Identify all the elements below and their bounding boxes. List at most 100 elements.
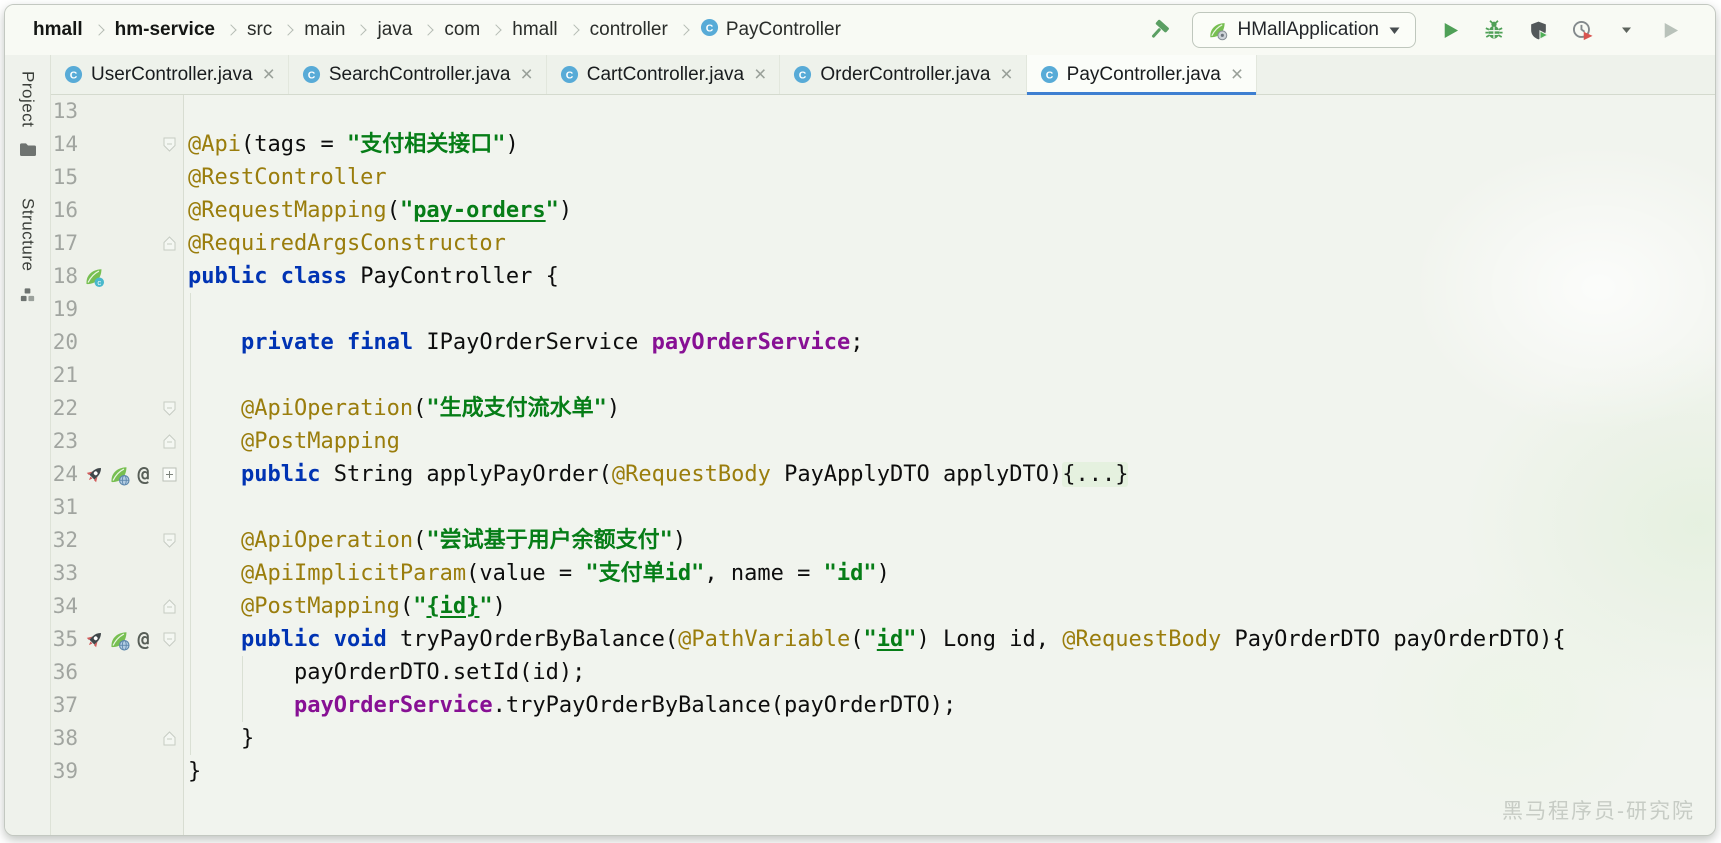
code-text[interactable]: }: [183, 755, 201, 788]
code-text[interactable]: public class PayController {: [183, 260, 559, 293]
line-number[interactable]: 16: [51, 194, 78, 227]
code-line[interactable]: 15 @RestController: [51, 161, 1715, 194]
code-line[interactable]: 13: [51, 95, 1715, 128]
breadcrumb-item-main[interactable]: main: [304, 19, 345, 41]
fold-plus-icon[interactable]: [162, 467, 177, 482]
tab-usercontroller-java[interactable]: C UserController.java ×: [51, 55, 289, 94]
code-line[interactable]: 14 @Api(tags = "支付相关接口"): [51, 128, 1715, 161]
breadcrumb-item-java[interactable]: java: [377, 19, 412, 41]
code-line[interactable]: 17 @RequiredArgsConstructor: [51, 227, 1715, 260]
tool-window-button-structure[interactable]: Structure: [18, 198, 38, 303]
line-number[interactable]: 13: [51, 95, 78, 128]
line-number[interactable]: 15: [51, 161, 78, 194]
spring-bean-icon[interactable]: c: [82, 265, 105, 288]
code-text[interactable]: @PostMapping: [183, 425, 400, 458]
code-line[interactable]: 18 c public class PayController {: [51, 260, 1715, 293]
code-line[interactable]: 21: [51, 359, 1715, 392]
line-number[interactable]: 31: [51, 491, 78, 524]
fold-up-icon[interactable]: [163, 434, 176, 449]
code-line[interactable]: 24 @ public String applyPayOrder(@Request…: [51, 458, 1715, 491]
line-number[interactable]: 14: [51, 128, 78, 161]
line-number[interactable]: 36: [51, 656, 78, 689]
code-text[interactable]: @ApiImplicitParam(value = "支付单id", name …: [183, 557, 890, 590]
tab-searchcontroller-java[interactable]: C SearchController.java ×: [289, 55, 547, 94]
code-line[interactable]: 37 payOrderService.tryPayOrderByBalance(…: [51, 689, 1715, 722]
fold-down-icon[interactable]: [163, 632, 176, 647]
run-config-select[interactable]: HMallApplication: [1192, 12, 1416, 48]
line-number[interactable]: 39: [51, 755, 78, 788]
code-line[interactable]: 22 @ApiOperation("生成支付流水单"): [51, 392, 1715, 425]
tool-window-button-project[interactable]: Project: [18, 71, 38, 160]
run-with-coverage-icon[interactable]: [1525, 17, 1551, 43]
line-number[interactable]: 38: [51, 722, 78, 755]
breadcrumb-item-hmall[interactable]: hmall: [512, 19, 557, 41]
line-number[interactable]: 20: [51, 326, 78, 359]
debug-icon[interactable]: [1481, 17, 1507, 43]
code-line[interactable]: 19: [51, 293, 1715, 326]
fold-down-icon[interactable]: [163, 137, 176, 152]
run-icon[interactable]: [1437, 17, 1463, 43]
at-icon[interactable]: @: [132, 627, 155, 651]
tab-cartcontroller-java[interactable]: C CartController.java ×: [547, 55, 781, 94]
code-text[interactable]: payOrderService.tryPayOrderByBalance(pay…: [183, 689, 956, 722]
line-number[interactable]: 37: [51, 689, 78, 722]
close-icon[interactable]: ×: [521, 64, 533, 85]
at-icon[interactable]: @: [132, 462, 155, 486]
code-text[interactable]: @ApiOperation("尝试基于用户余额支付"): [183, 524, 686, 557]
line-number[interactable]: 35: [51, 623, 78, 656]
code-line[interactable]: 23 @PostMapping: [51, 425, 1715, 458]
fold-down-icon[interactable]: [163, 401, 176, 416]
code-line[interactable]: 38 }: [51, 722, 1715, 755]
close-icon[interactable]: ×: [754, 64, 766, 85]
breadcrumb-item-src[interactable]: src: [247, 19, 272, 41]
code-text[interactable]: @RestController: [183, 161, 387, 194]
code-line[interactable]: 39}: [51, 755, 1715, 788]
code-editor[interactable]: 13 14 @Api(tags = "支付相关接口") 15 @RestControll…: [51, 95, 1715, 835]
code-line[interactable]: 34 @PostMapping("{id}"): [51, 590, 1715, 623]
rocket-icon[interactable]: [82, 628, 105, 651]
code-line[interactable]: 33 @ApiImplicitParam(value = "支付单id", na…: [51, 557, 1715, 590]
close-icon[interactable]: ×: [1000, 64, 1012, 85]
code-line[interactable]: 32 @ApiOperation("尝试基于用户余额支付"): [51, 524, 1715, 557]
code-text[interactable]: public void tryPayOrderByBalance(@PathVa…: [183, 623, 1566, 656]
line-number[interactable]: 21: [51, 359, 78, 392]
close-icon[interactable]: ×: [263, 64, 275, 85]
code-text[interactable]: }: [183, 722, 254, 755]
line-number[interactable]: 24: [51, 458, 78, 491]
fold-up-icon[interactable]: [163, 236, 176, 251]
close-icon[interactable]: ×: [1231, 64, 1243, 85]
fold-up-icon[interactable]: [163, 731, 176, 746]
code-text[interactable]: private final IPayOrderService payOrderS…: [183, 326, 864, 359]
code-text[interactable]: @RequiredArgsConstructor: [183, 227, 506, 260]
breadcrumb-item-paycontroller[interactable]: C PayController: [700, 18, 841, 43]
breadcrumb-item-hmall[interactable]: hmall: [33, 19, 83, 41]
code-line[interactable]: 20 private final IPayOrderService payOrd…: [51, 326, 1715, 359]
code-text[interactable]: @PostMapping("{id}"): [183, 590, 506, 623]
breadcrumb-item-controller[interactable]: controller: [590, 19, 668, 41]
code-text[interactable]: @RequestMapping("pay-orders"): [183, 194, 572, 227]
code-line[interactable]: 36 payOrderDTO.setId(id);: [51, 656, 1715, 689]
code-line[interactable]: 31: [51, 491, 1715, 524]
line-number[interactable]: 19: [51, 293, 78, 326]
spring-mapping-icon[interactable]: [107, 628, 130, 651]
tab-ordercontroller-java[interactable]: C OrderController.java ×: [780, 55, 1027, 94]
tab-paycontroller-java[interactable]: C PayController.java ×: [1026, 55, 1258, 95]
code-text[interactable]: payOrderDTO.setId(id);: [183, 656, 585, 689]
line-number[interactable]: 18: [51, 260, 78, 293]
line-number[interactable]: 23: [51, 425, 78, 458]
code-line[interactable]: 35 @ public void tryPayOrderByBalance(@Pa…: [51, 623, 1715, 656]
line-number[interactable]: 32: [51, 524, 78, 557]
code-text[interactable]: public String applyPayOrder(@RequestBody…: [183, 458, 1129, 491]
code-line[interactable]: 16 @RequestMapping("pay-orders"): [51, 194, 1715, 227]
breadcrumb-item-hm-service[interactable]: hm-service: [115, 19, 215, 41]
build-hammer-icon[interactable]: [1145, 17, 1171, 43]
line-number[interactable]: 17: [51, 227, 78, 260]
line-number[interactable]: 34: [51, 590, 78, 623]
spring-mapping-icon[interactable]: [107, 463, 130, 486]
rocket-icon[interactable]: [82, 463, 105, 486]
breadcrumb-item-com[interactable]: com: [444, 19, 480, 41]
code-text[interactable]: @ApiOperation("生成支付流水单"): [183, 392, 620, 425]
fold-down-icon[interactable]: [163, 533, 176, 548]
profiler-chevron-icon[interactable]: [1613, 17, 1639, 43]
profiler-icon[interactable]: [1569, 17, 1595, 43]
